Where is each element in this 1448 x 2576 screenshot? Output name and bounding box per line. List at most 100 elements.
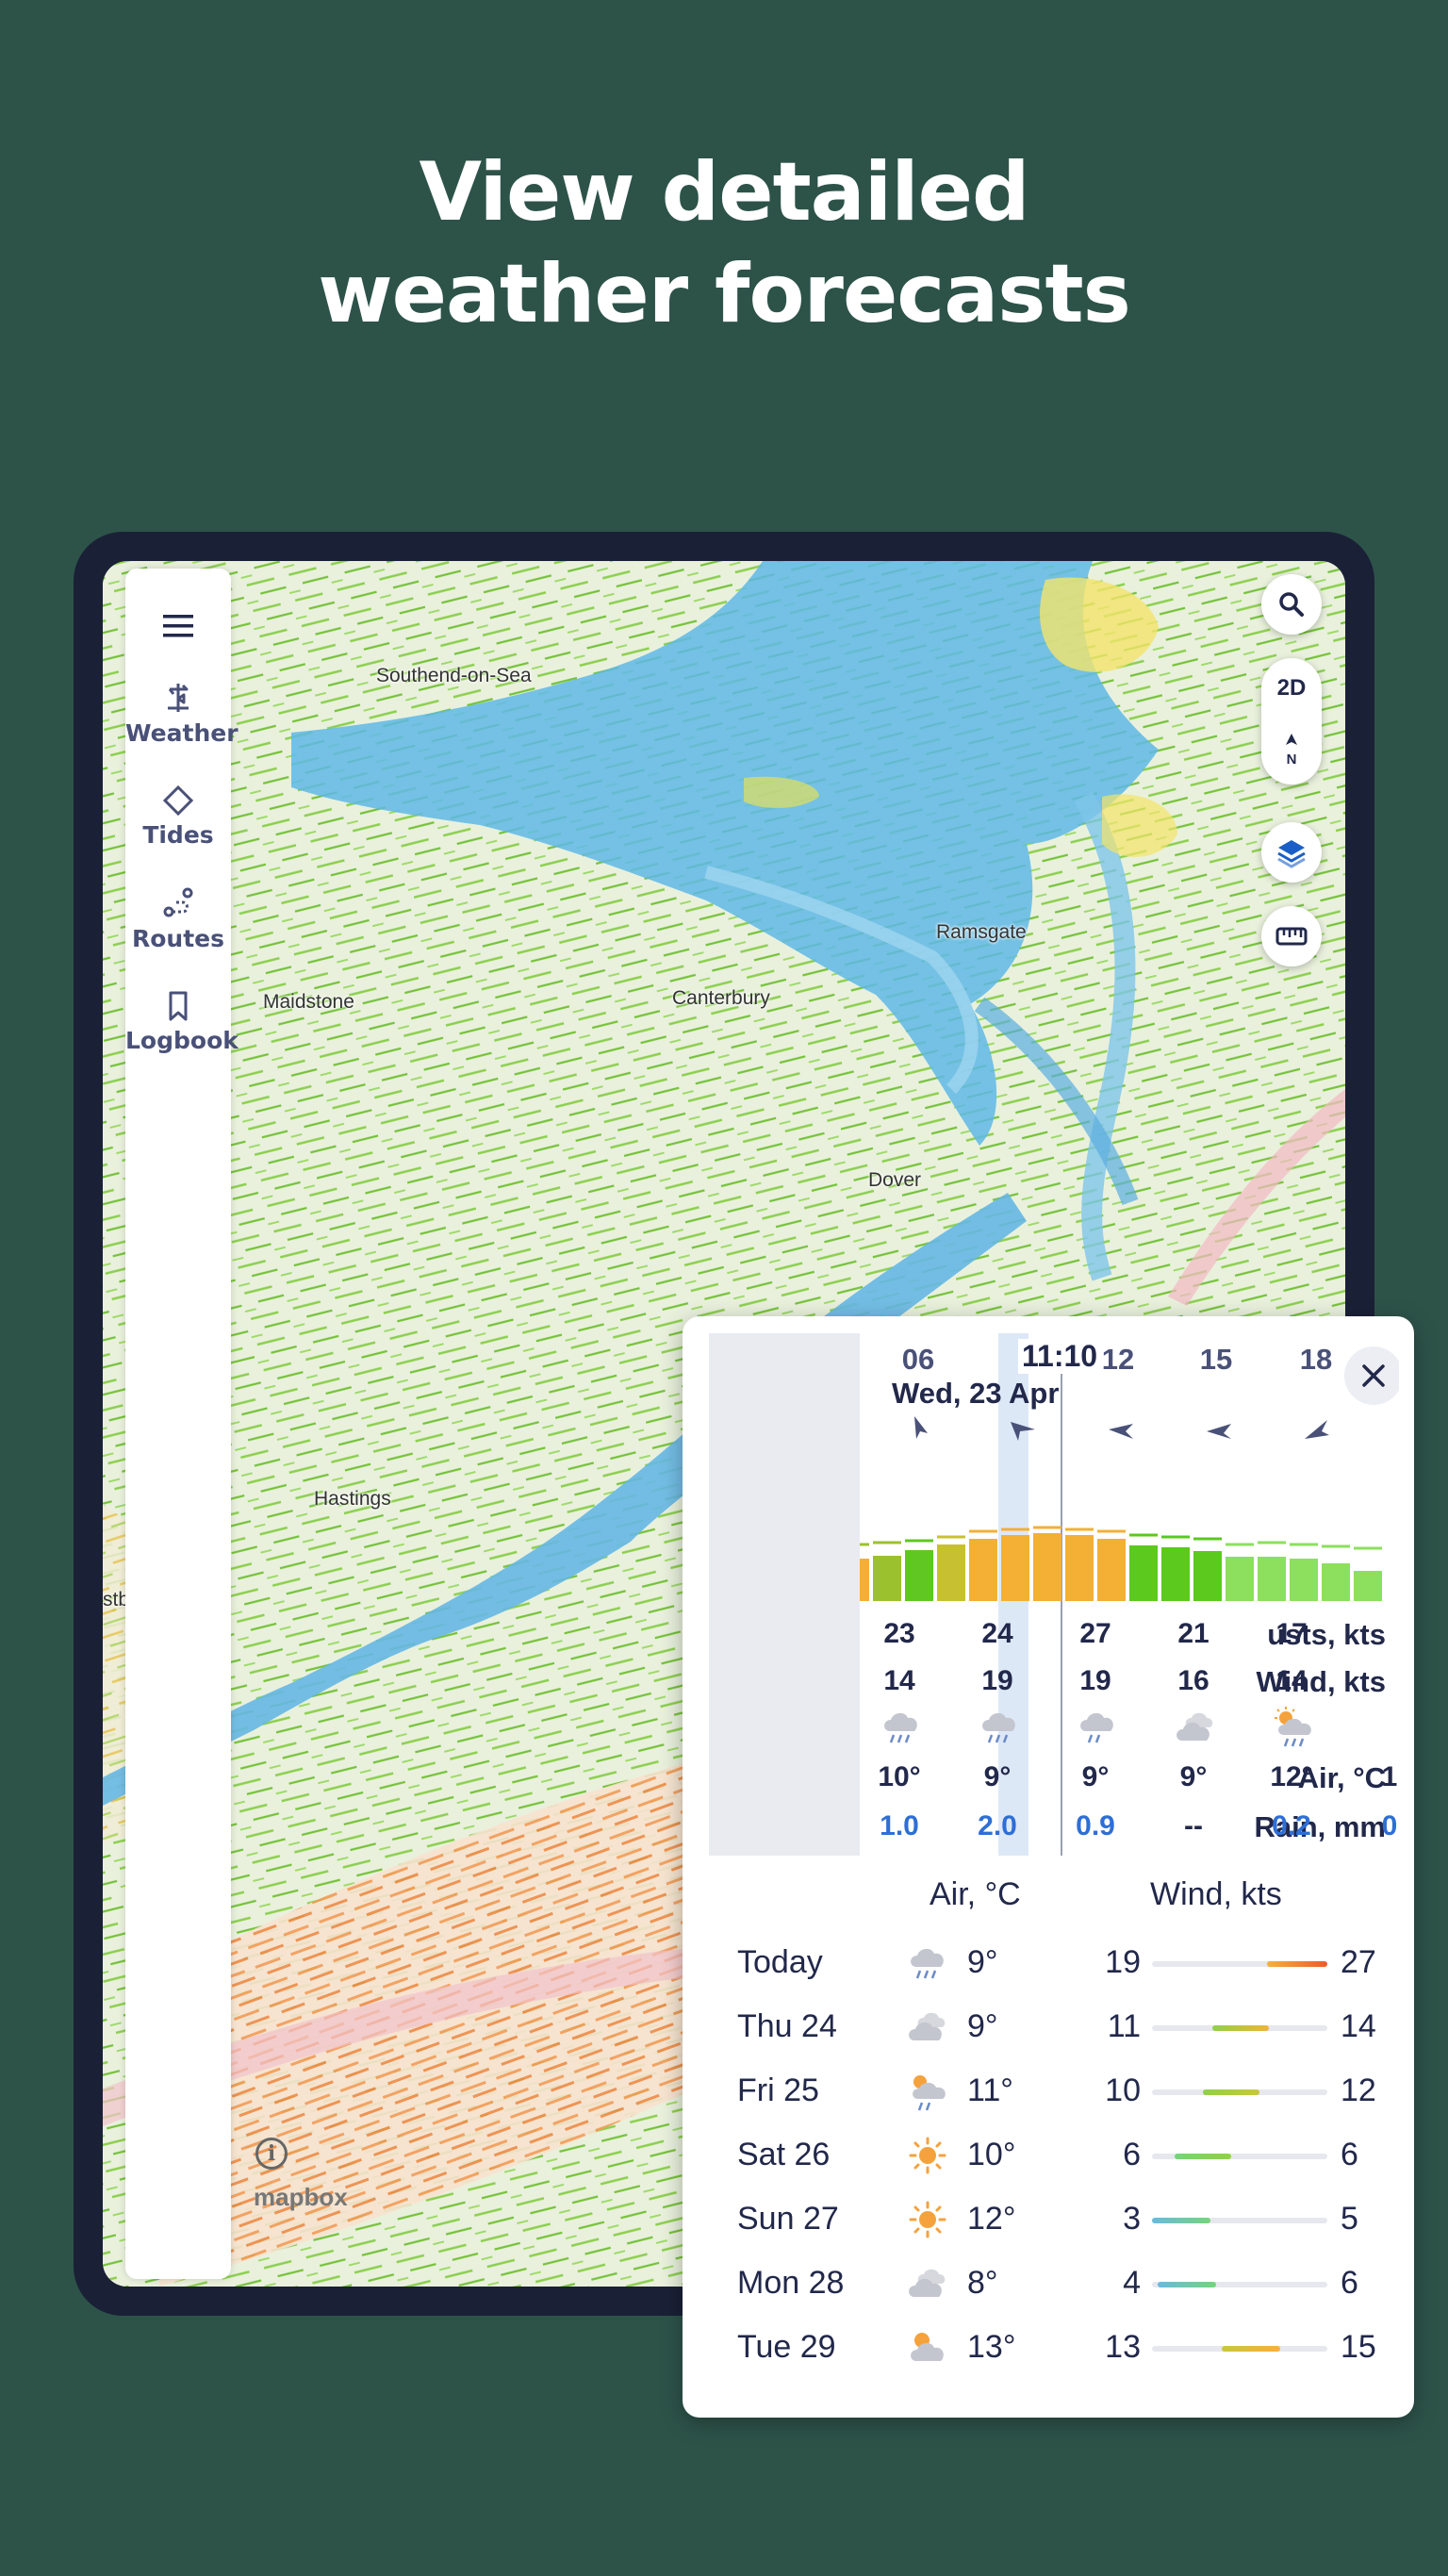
gust-value: 17 bbox=[1275, 1618, 1308, 1649]
wind-min: 3 bbox=[1123, 2201, 1141, 2237]
rain-value: 0 bbox=[1381, 1810, 1398, 1841]
wind-max: 15 bbox=[1341, 2329, 1376, 2365]
sun-rain-icon bbox=[913, 2075, 946, 2111]
rain-value: 2.0 bbox=[978, 1810, 1017, 1841]
wind-direction-arrow bbox=[1109, 1424, 1133, 1439]
rain-value: -- bbox=[1184, 1810, 1203, 1841]
day-temp: 13° bbox=[967, 2329, 1016, 2365]
route-icon bbox=[163, 887, 193, 917]
wind-min: 13 bbox=[1105, 2329, 1141, 2365]
wind-bar bbox=[873, 1556, 901, 1601]
search-icon bbox=[1279, 592, 1304, 617]
wind-max: 14 bbox=[1341, 2008, 1376, 2044]
cloud-icon bbox=[909, 2012, 946, 2040]
sidebar-item-tides[interactable]: Tides bbox=[125, 784, 231, 849]
wind-bar bbox=[1129, 1545, 1158, 1601]
day-temp: 9° bbox=[967, 1944, 998, 1980]
wind-direction-arrow bbox=[1011, 1422, 1035, 1441]
wind-max: 5 bbox=[1341, 2201, 1358, 2237]
air-temp-header: Air, °C bbox=[930, 1876, 1021, 1912]
daily-row[interactable]: Today 9° 19 27 bbox=[737, 1940, 1378, 1988]
wind-bar-chart bbox=[860, 1416, 1382, 1601]
day-temp: 8° bbox=[967, 2265, 998, 2301]
rain-value: 0.9 bbox=[1076, 1810, 1115, 1841]
wind-range-fill bbox=[1222, 2346, 1280, 2352]
day-name: Fri 25 bbox=[737, 2072, 819, 2108]
sun-cloud-icon bbox=[911, 2333, 944, 2361]
wind-range-bar bbox=[1152, 1961, 1327, 1967]
sidebar-item-logbook[interactable]: Logbook bbox=[125, 989, 239, 1054]
air-temp-value: 12° bbox=[1270, 1761, 1313, 1792]
close-button[interactable] bbox=[1344, 1346, 1399, 1405]
wind-bar bbox=[1161, 1547, 1190, 1601]
rain-icon bbox=[911, 1948, 944, 1979]
sun-rain-icon bbox=[1275, 1707, 1311, 1747]
wind-value: 14 bbox=[1275, 1665, 1308, 1696]
map-label-dover: Dover bbox=[868, 1169, 922, 1191]
wind-range-fill bbox=[1152, 2218, 1210, 2223]
ruler-button[interactable] bbox=[1261, 906, 1322, 966]
cloud-icon bbox=[909, 2269, 946, 2297]
sidebar-item-label: Weather bbox=[125, 719, 239, 747]
wind-bar bbox=[937, 1544, 965, 1601]
weathervane-icon bbox=[168, 684, 189, 712]
wind-range-bar bbox=[1152, 2089, 1327, 2095]
layers-button[interactable] bbox=[1261, 822, 1322, 883]
wind-range-fill bbox=[1267, 1961, 1327, 1967]
wind-value: 19 bbox=[1079, 1665, 1111, 1696]
hour-label: 15 bbox=[1199, 1343, 1233, 1376]
compass-north-icon[interactable]: N bbox=[1278, 732, 1305, 769]
day-temp: 10° bbox=[967, 2137, 1016, 2172]
rain-icon bbox=[1080, 1712, 1113, 1743]
sidebar-item-label: Logbook bbox=[125, 1027, 239, 1054]
air-temp-value: 9° bbox=[1179, 1761, 1208, 1792]
layers-icon bbox=[1277, 840, 1306, 868]
row-labels-column bbox=[709, 1333, 860, 1856]
forecast-panel: usts, kts Wind, kts Air, °C Rain, mm 06 … bbox=[683, 1316, 1414, 2418]
wind-bar bbox=[1097, 1539, 1126, 1601]
sidebar-item-label: Tides bbox=[142, 821, 214, 849]
day-name: Sun 27 bbox=[737, 2201, 839, 2237]
wind-range-bar bbox=[1152, 2025, 1327, 2031]
ruler-icon bbox=[1275, 927, 1308, 946]
day-temp: 11° bbox=[967, 2072, 1013, 2108]
wind-value: 14 bbox=[883, 1665, 915, 1696]
air-temp-value: 10° bbox=[878, 1761, 921, 1792]
wind-bar bbox=[1354, 1571, 1382, 1601]
current-date: Wed, 23 Apr bbox=[892, 1377, 1060, 1410]
info-icon[interactable]: i bbox=[255, 2138, 288, 2170]
daily-row[interactable]: Thu 24 9° 11 14 bbox=[737, 2005, 1378, 2052]
sun-icon bbox=[909, 2137, 946, 2174]
sun-icon bbox=[909, 2201, 946, 2238]
search-button[interactable] bbox=[1261, 574, 1322, 635]
day-name: Thu 24 bbox=[737, 2008, 837, 2044]
hourly-forecast[interactable]: usts, kts Wind, kts Air, °C Rain, mm 06 … bbox=[709, 1333, 1399, 1856]
current-time: 11:10 bbox=[1018, 1339, 1102, 1374]
day-name: Tue 29 bbox=[737, 2329, 836, 2365]
daily-row[interactable]: Mon 28 8° 4 6 bbox=[737, 2261, 1378, 2308]
mapbox-logo: mapbox bbox=[254, 2183, 348, 2211]
wind-range-fill bbox=[1203, 2089, 1259, 2095]
wind-bar bbox=[1193, 1551, 1222, 1601]
wind-max: 6 bbox=[1341, 2137, 1358, 2172]
sidebar-item-weather[interactable]: Weather bbox=[125, 680, 239, 747]
wind-value: 16 bbox=[1177, 1665, 1209, 1696]
bookmark-icon bbox=[169, 991, 188, 1021]
daily-row[interactable]: Sun 27 12° 3 5 bbox=[737, 2197, 1378, 2244]
2d-toggle-button[interactable]: 2D bbox=[1261, 675, 1322, 702]
wind-bar bbox=[860, 1559, 869, 1601]
wind-bar bbox=[1001, 1535, 1029, 1601]
cloud-icon bbox=[1176, 1712, 1213, 1741]
headline-line-2: weather forecasts bbox=[318, 247, 1131, 341]
air-temp-value: 9° bbox=[983, 1761, 1012, 1792]
daily-row[interactable]: Fri 25 11° 10 12 bbox=[737, 2069, 1378, 2116]
hour-label: 06 bbox=[901, 1343, 935, 1376]
daily-row[interactable]: Sat 26 10° 6 6 bbox=[737, 2133, 1378, 2180]
wind-max: 27 bbox=[1341, 1944, 1376, 1980]
daily-row[interactable]: Tue 29 13° 13 15 bbox=[737, 2325, 1378, 2372]
wind-range-fill bbox=[1175, 2154, 1231, 2159]
menu-icon[interactable] bbox=[159, 612, 197, 640]
wind-min: 6 bbox=[1123, 2137, 1141, 2172]
wind-range-bar bbox=[1152, 2218, 1327, 2223]
sidebar-item-routes[interactable]: Routes bbox=[125, 885, 231, 952]
